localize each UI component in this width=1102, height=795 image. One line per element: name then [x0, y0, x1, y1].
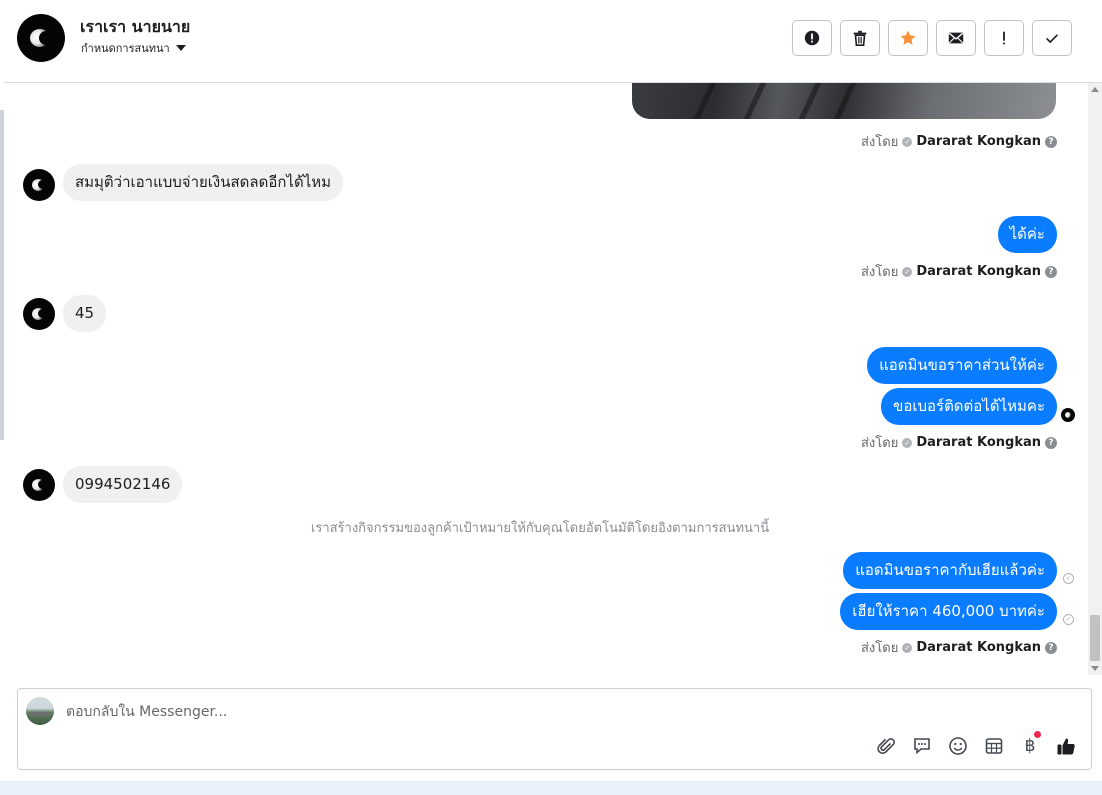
header-toolbar [792, 20, 1072, 56]
saved-replies-button[interactable] [911, 735, 933, 757]
sent-by-label: ส่งโดย [860, 436, 899, 451]
exclamation-icon [1003, 31, 1005, 45]
trash-icon [853, 30, 867, 47]
sent-by-line: ส่งโดย ✓ Dararat Kongkan ? [861, 131, 1057, 152]
saved-replies-icon [914, 738, 930, 755]
star-icon [900, 30, 916, 45]
attach-button[interactable] [875, 735, 897, 757]
moon-shadow [38, 309, 47, 318]
outgoing-message[interactable]: ได้ค่ะ [997, 216, 1057, 253]
paperclip-icon [877, 738, 895, 755]
contact-avatar-small[interactable] [23, 169, 55, 201]
help-icon[interactable]: ? [1045, 436, 1057, 449]
verified-icon: ✓ [902, 642, 913, 653]
incoming-message[interactable]: 45 [63, 295, 107, 332]
outgoing-message[interactable]: แอดมินขอราคาส่วนให้ค่ะ [867, 347, 1057, 384]
follow-up-button[interactable] [984, 20, 1024, 56]
caret-down-icon [175, 45, 186, 51]
envelope-icon [948, 32, 964, 44]
sent-by-label: ส่งโดย [860, 265, 899, 280]
alert-circle-icon [804, 30, 820, 46]
sent-check-icon: ✓ [1063, 614, 1074, 625]
bottom-background-strip [0, 781, 1102, 795]
checkmark-icon [1046, 34, 1058, 44]
reply-composer: ฿ [17, 688, 1092, 770]
scroll-thumb[interactable] [1090, 615, 1100, 661]
agent-name[interactable]: Dararat Kongkan [916, 640, 1041, 655]
sent-by-label: ส่งโดย [860, 641, 899, 656]
incoming-message[interactable]: สมมุติว่าเอาแบบจ่ายเงินสดลดอีกได้ไหม [63, 164, 344, 201]
emoji-icon [949, 737, 967, 755]
photo-detail [743, 83, 767, 119]
like-icon [1057, 738, 1075, 755]
photo-attachment[interactable] [632, 83, 1056, 119]
verified-icon: ✓ [902, 437, 913, 448]
appointment-icon [985, 738, 1003, 754]
spam-button[interactable] [792, 20, 832, 56]
message-thread: ส่งโดย ✓ Dararat Kongkan ? สมมุติว่าเอาแ… [4, 83, 1088, 675]
scroll-down-arrow-icon[interactable] [1091, 666, 1099, 671]
mark-unread-button[interactable] [936, 20, 976, 56]
agent-name[interactable]: Dararat Kongkan [916, 134, 1041, 149]
contact-avatar-small[interactable] [23, 298, 55, 330]
contact-avatar[interactable] [17, 14, 65, 62]
contact-name[interactable]: เราเรา นายนาย [80, 15, 190, 40]
system-note: เราสร้างกิจกรรมของลูกค้าเป้าหมายให้กับคุ… [310, 521, 770, 536]
composer-toolbar: ฿ [875, 731, 1077, 757]
moon-shadow [39, 31, 53, 45]
sent-check-icon: ✓ [1063, 573, 1074, 584]
emoji-button[interactable] [947, 735, 969, 757]
moon-shadow [38, 480, 47, 489]
reply-input[interactable] [66, 702, 766, 722]
status-label: กำหนดการสนทนา [81, 42, 170, 55]
delete-button[interactable] [840, 20, 880, 56]
photo-detail [798, 83, 822, 119]
seen-indicator-avatar [1061, 408, 1075, 422]
verified-icon: ✓ [902, 136, 913, 147]
sent-by-line: ส่งโดย ✓ Dararat Kongkan ? [861, 432, 1057, 453]
agent-name[interactable]: Dararat Kongkan [916, 264, 1041, 279]
like-button[interactable] [1055, 735, 1077, 757]
agent-name[interactable]: Dararat Kongkan [916, 435, 1041, 450]
help-icon[interactable]: ? [1045, 265, 1057, 278]
scroll-up-arrow-icon[interactable] [1091, 87, 1099, 92]
notification-dot [1034, 731, 1041, 738]
conversation-header: เราเรา นายนาย กำหนดการสนทนา [4, 0, 1102, 83]
moon-graphic [1065, 412, 1071, 418]
inbox-conversation-window: เราเรา นายนาย กำหนดการสนทนา ส่งโดย ✓ Dar… [0, 0, 1102, 795]
thread-scrollbar[interactable] [1088, 83, 1102, 675]
star-button[interactable] [888, 20, 928, 56]
incoming-message[interactable]: 0994502146 [63, 466, 183, 503]
help-icon[interactable]: ? [1045, 641, 1057, 654]
outgoing-message[interactable]: แอดมินขอราคากับเฮียแล้วค่ะ [843, 552, 1057, 589]
mark-done-button[interactable] [1032, 20, 1072, 56]
status-dropdown[interactable]: กำหนดการสนทนา [81, 39, 186, 57]
payment-button[interactable]: ฿ [1019, 731, 1041, 757]
contact-avatar-small[interactable] [23, 469, 55, 501]
payment-baht-icon: ฿ [1024, 736, 1036, 756]
outgoing-message[interactable]: ขอเบอร์ติดต่อได้ไหมคะ [881, 388, 1057, 425]
page-avatar-detail [30, 712, 50, 716]
help-icon[interactable]: ? [1045, 135, 1057, 148]
photo-detail [693, 83, 717, 119]
moon-shadow [38, 180, 47, 189]
sent-by-line: ส่งโดย ✓ Dararat Kongkan ? [861, 261, 1057, 282]
verified-icon: ✓ [902, 266, 913, 277]
sent-by-label: ส่งโดย [860, 135, 899, 150]
appointment-button[interactable] [983, 735, 1005, 757]
sent-by-line: ส่งโดย ✓ Dararat Kongkan ? [861, 637, 1057, 658]
page-avatar [26, 697, 54, 725]
photo-detail [833, 83, 857, 119]
outgoing-message[interactable]: เฮียให้ราคา 460,000 บาทค่ะ [840, 593, 1057, 630]
